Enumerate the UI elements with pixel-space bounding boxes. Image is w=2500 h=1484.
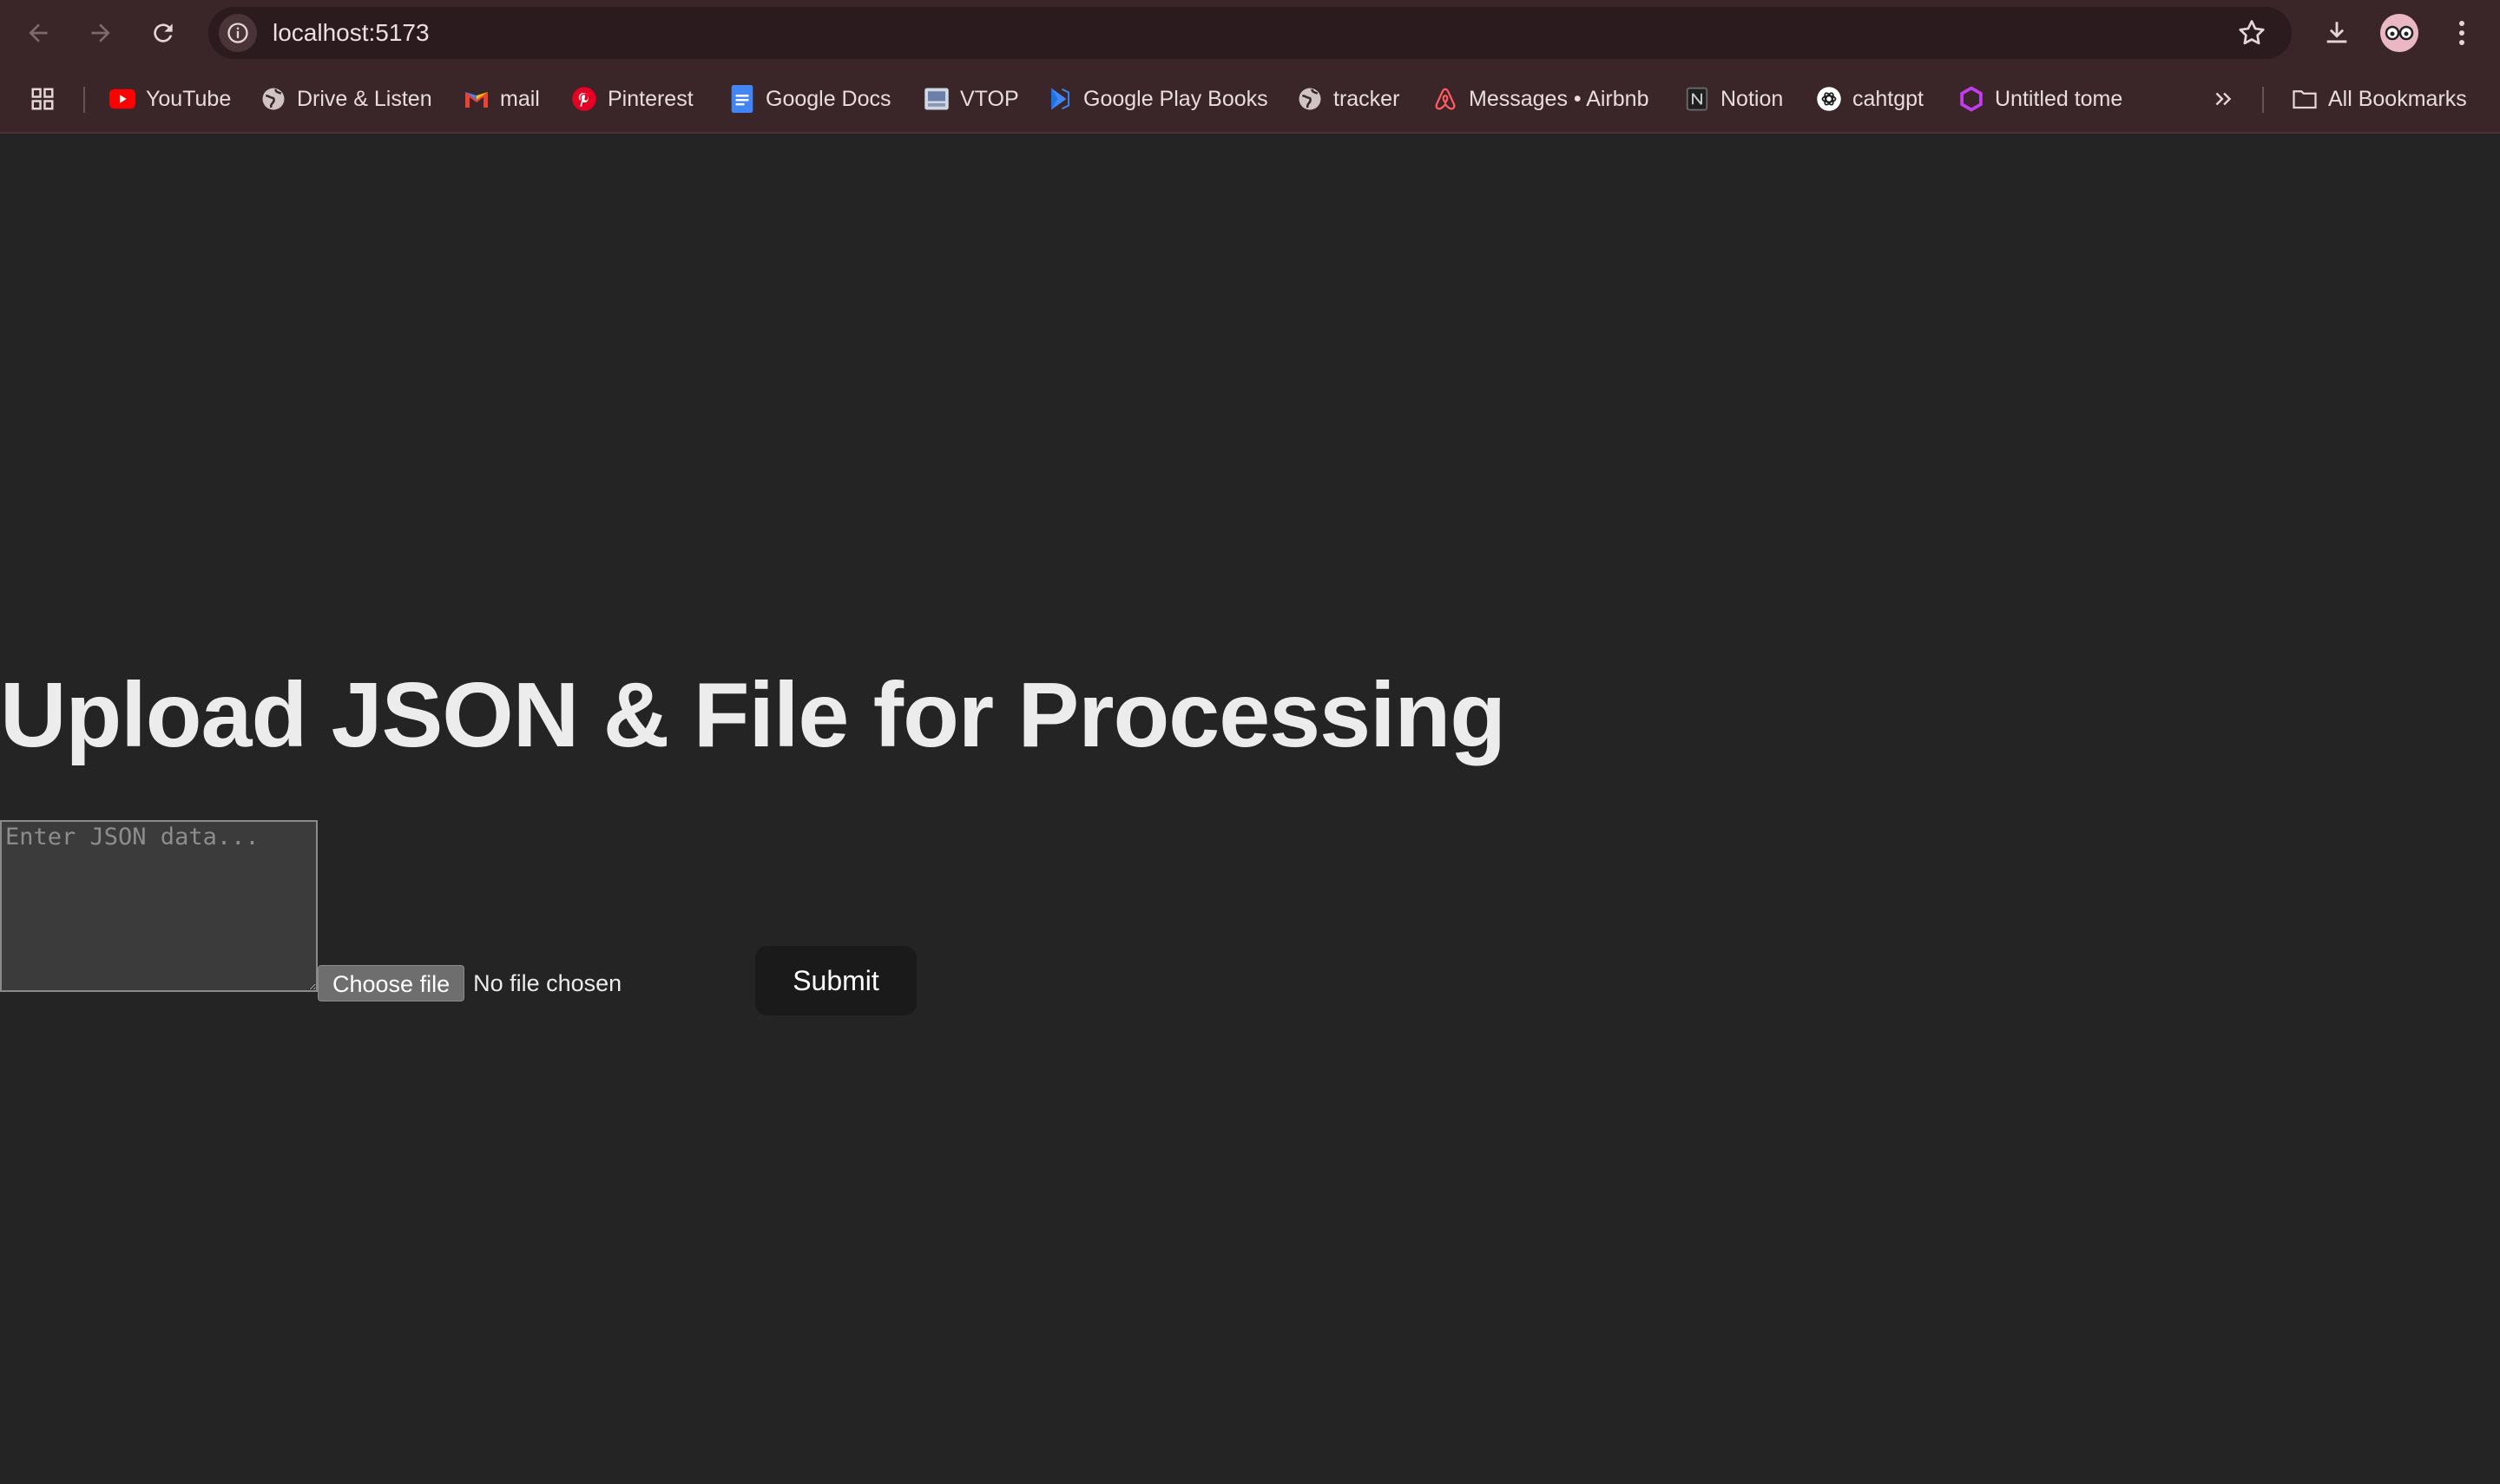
bookmark-label: tracker (1333, 86, 1400, 111)
vtop-icon (924, 86, 950, 112)
youtube-icon (109, 86, 135, 112)
google-docs-icon (729, 85, 755, 113)
bookmark-google-docs[interactable]: Google Docs (729, 80, 891, 118)
bookmark-label: Google Docs (766, 86, 891, 111)
bookmark-vtop[interactable]: VTOP (924, 80, 1019, 118)
bookmark-label: Pinterest (608, 86, 694, 111)
forward-arrow-icon (91, 23, 110, 43)
bookmark-airbnb-messages[interactable]: Messages • Airbnb (1432, 80, 1648, 118)
apps-button[interactable] (30, 80, 56, 118)
glasses-icon (2385, 25, 2414, 41)
kebab-menu-icon (2459, 21, 2464, 45)
notion-icon (1684, 86, 1710, 112)
bookmark-label: All Bookmarks (2328, 86, 2467, 111)
bookmark-label: Messages • Airbnb (1469, 86, 1649, 111)
folder-icon (2292, 86, 2318, 112)
globe-icon (260, 86, 286, 112)
star-icon[interactable] (2236, 17, 2267, 49)
play-books-icon (1047, 86, 1073, 112)
bookmarks-bar: YouTube Drive & Listen mail Pinterest Go… (0, 66, 2500, 134)
chatgpt-icon (1816, 86, 1842, 112)
bookmark-label: Notion (1720, 86, 1784, 111)
bookmark-pinterest[interactable]: Pinterest (571, 80, 694, 118)
browser-toolbar: localhost:5173 (0, 0, 2500, 66)
globe-icon (1297, 86, 1323, 112)
bookmark-notion[interactable]: Notion (1684, 80, 1783, 118)
site-info-icon[interactable] (219, 14, 257, 52)
bookmark-drive-listen[interactable]: Drive & Listen (260, 80, 432, 118)
page-content: Upload JSON & File for Processing Choose… (0, 134, 2500, 1484)
bookmark-label: Untitled tome (1995, 86, 2123, 111)
gmail-icon (464, 86, 490, 112)
back-arrow-icon (29, 23, 48, 43)
bookmark-google-play-books[interactable]: Google Play Books (1047, 80, 1268, 118)
bookmark-untitled-tome[interactable]: Untitled tome (1958, 80, 2122, 118)
bookmark-label: cahtgpt (1852, 86, 1924, 111)
submit-button[interactable]: Submit (755, 946, 917, 1015)
bookmark-label: Google Play Books (1083, 86, 1268, 111)
address-bar[interactable]: localhost:5173 (208, 7, 2292, 59)
apps-grid-icon (30, 86, 56, 112)
browser-menu-button[interactable] (2441, 12, 2483, 54)
url-text[interactable]: localhost:5173 (273, 7, 430, 59)
forward-button[interactable] (80, 12, 122, 54)
file-status-text: No file chosen (473, 969, 622, 996)
profile-avatar[interactable] (2380, 14, 2418, 52)
bookmarks-overflow-button[interactable] (2210, 80, 2236, 118)
bookmark-mail[interactable]: mail (464, 80, 540, 118)
all-bookmarks-button[interactable]: All Bookmarks (2292, 80, 2467, 118)
bookmark-label: Drive & Listen (297, 86, 432, 111)
reload-icon (154, 23, 173, 43)
bookmarks-divider (2262, 87, 2264, 113)
bookmark-label: mail (500, 86, 540, 111)
bookmark-label: VTOP (960, 86, 1019, 111)
json-input[interactable] (0, 820, 318, 992)
double-chevron-right-icon (2210, 86, 2236, 112)
download-icon (2326, 22, 2347, 43)
choose-file-button[interactable]: Choose file (318, 965, 465, 1001)
page-title: Upload JSON & File for Processing (0, 664, 1506, 766)
bookmark-tracker[interactable]: tracker (1297, 80, 1399, 118)
tome-icon (1958, 86, 1984, 112)
pinterest-icon (571, 86, 597, 112)
file-input[interactable]: Choose file No file chosen (318, 965, 622, 1001)
bookmark-chatgpt[interactable]: cahtgpt (1816, 80, 1924, 118)
bookmark-label: YouTube (146, 86, 232, 111)
downloads-button[interactable] (2316, 12, 2358, 54)
bookmark-youtube[interactable]: YouTube (109, 80, 231, 118)
back-button[interactable] (17, 12, 59, 54)
bookmarks-divider (83, 87, 85, 113)
airbnb-icon (1432, 86, 1458, 112)
reload-button[interactable] (142, 12, 184, 54)
